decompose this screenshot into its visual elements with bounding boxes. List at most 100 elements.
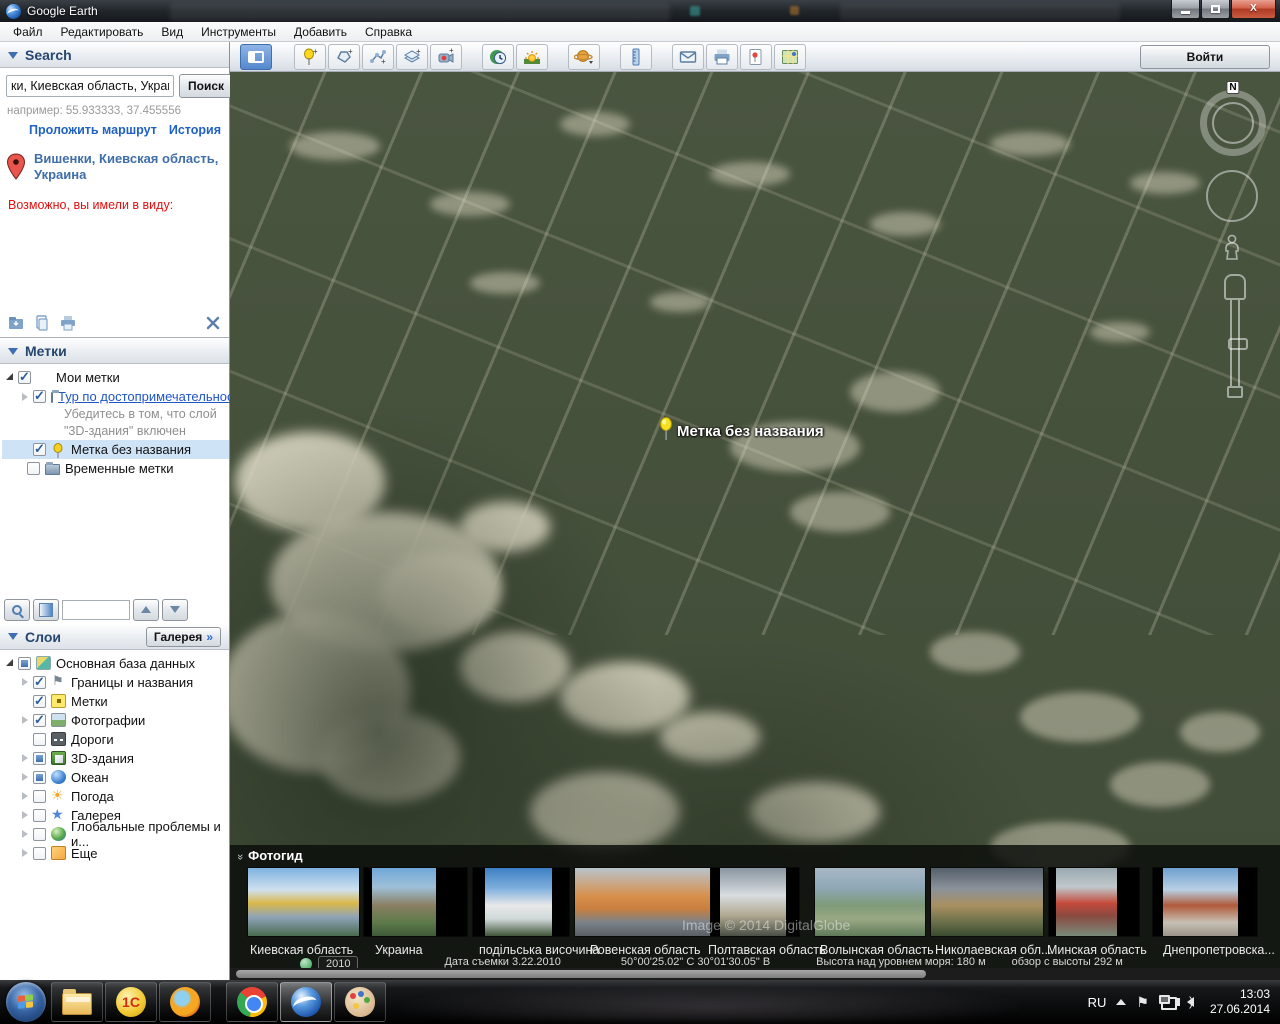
checkbox-placemarks[interactable] — [33, 695, 46, 708]
network-icon[interactable] — [1159, 995, 1177, 1009]
layer-filter-input[interactable] — [62, 600, 130, 620]
taskbar-paint-button[interactable] — [334, 982, 386, 1022]
checkbox-gallery[interactable] — [33, 809, 46, 822]
close-button[interactable]: X — [1231, 0, 1276, 19]
show-hidden-icons-button[interactable] — [1116, 999, 1126, 1005]
layer-photos[interactable]: Фотографии — [2, 711, 229, 730]
checkbox-roads[interactable] — [33, 733, 46, 746]
tray-clock[interactable]: 13:03 27.06.2014 — [1210, 987, 1270, 1017]
collapse-chevrons-icon[interactable]: » — [234, 853, 246, 857]
checkbox-placemark[interactable] — [33, 443, 46, 456]
pegman-icon[interactable] — [1222, 234, 1242, 264]
taskbar-chrome-button[interactable] — [226, 982, 278, 1022]
view-in-maps-button[interactable] — [774, 44, 806, 70]
layer-roads[interactable]: Дороги — [2, 730, 229, 749]
expander-closed-icon[interactable] — [22, 754, 28, 762]
menu-add[interactable]: Добавить — [285, 23, 356, 41]
expander-closed-icon[interactable] — [22, 393, 28, 401]
menu-view[interactable]: Вид — [152, 23, 192, 41]
expander-open-icon[interactable] — [6, 373, 13, 380]
prev-result-button[interactable] — [133, 599, 159, 621]
checkbox-global-awareness[interactable] — [33, 828, 46, 841]
photo-thumbnail[interactable] — [363, 867, 468, 937]
taskbar-explorer-button[interactable] — [51, 982, 103, 1022]
checkbox-borders[interactable] — [33, 676, 46, 689]
historical-imagery-button[interactable] — [482, 44, 514, 70]
expander-closed-icon[interactable] — [22, 792, 28, 800]
search-input[interactable] — [6, 75, 174, 97]
action-center-flag-icon[interactable]: ⚑ — [1136, 994, 1149, 1011]
places-panel-header[interactable]: Метки — [0, 338, 229, 364]
tree-item-my-places[interactable]: Мои метки — [2, 368, 229, 387]
checkbox-photos[interactable] — [33, 714, 46, 727]
menu-file[interactable]: Файл — [4, 23, 52, 41]
menu-tools[interactable]: Инструменты — [192, 23, 285, 41]
checkbox-weather[interactable] — [33, 790, 46, 803]
print-icon[interactable] — [60, 315, 76, 331]
expander-closed-icon[interactable] — [22, 830, 28, 838]
start-button[interactable] — [6, 982, 46, 1022]
planet-selector-button[interactable] — [568, 44, 600, 70]
layer-borders[interactable]: Границы и названия — [2, 673, 229, 692]
checkbox-more[interactable] — [33, 847, 46, 860]
checkbox-tour[interactable] — [33, 390, 46, 403]
photo-thumbnail[interactable] — [1048, 867, 1140, 937]
tree-item-temp-places[interactable]: Временные метки — [2, 459, 229, 478]
photo-thumbnail[interactable] — [472, 867, 570, 937]
search-panel-header[interactable]: Search — [0, 42, 229, 68]
checkbox-primary-database[interactable] — [18, 657, 31, 670]
tree-item-tour[interactable]: Тур по достопримечательнос — [2, 387, 229, 406]
get-directions-link[interactable]: Проложить маршрут — [29, 123, 157, 137]
layer-global-awareness[interactable]: Глобальные проблемы и и... — [2, 825, 229, 844]
sign-in-button[interactable]: Войти — [1140, 45, 1270, 69]
print-map-button[interactable] — [706, 44, 738, 70]
ruler-button[interactable] — [620, 44, 652, 70]
history-link[interactable]: История — [169, 123, 221, 137]
email-button[interactable] — [672, 44, 704, 70]
menu-help[interactable]: Справка — [356, 23, 421, 41]
record-tour-button[interactable]: + — [430, 44, 462, 70]
expander-closed-icon[interactable] — [22, 811, 28, 819]
zoom-slider[interactable] — [1224, 274, 1246, 412]
zoom-track[interactable] — [1230, 300, 1240, 386]
menu-edit[interactable]: Редактировать — [52, 23, 153, 41]
add-path-button[interactable]: + — [362, 44, 394, 70]
taskbar-1c-button[interactable]: 1С — [105, 982, 157, 1022]
expander-closed-icon[interactable] — [22, 678, 28, 686]
layer-primary-database[interactable]: Основная база данных — [2, 654, 229, 673]
layer-ocean[interactable]: Океан — [2, 768, 229, 787]
maximize-button[interactable] — [1201, 0, 1230, 19]
add-polygon-button[interactable]: + — [328, 44, 360, 70]
layer-search-button[interactable] — [4, 599, 30, 621]
zoom-out-button[interactable] — [1227, 386, 1243, 398]
photo-thumbnail[interactable] — [247, 867, 360, 937]
close-results-icon[interactable] — [205, 315, 221, 331]
save-image-button[interactable] — [740, 44, 772, 70]
search-button[interactable]: Поиск — [179, 74, 233, 98]
checkbox-temp-places[interactable] — [27, 462, 40, 475]
toggle-sidebar-button[interactable] — [240, 44, 272, 70]
checkbox-my-places[interactable] — [18, 371, 31, 384]
copy-icon[interactable] — [34, 315, 50, 331]
add-placemark-button[interactable]: + — [294, 44, 326, 70]
layer-placemarks[interactable]: Метки — [2, 692, 229, 711]
layer-weather[interactable]: Погода — [2, 787, 229, 806]
save-to-places-icon[interactable] — [8, 315, 24, 331]
tour-link[interactable]: Тур по достопримечательнос — [58, 389, 234, 404]
expander-closed-icon[interactable] — [22, 849, 28, 857]
sunlight-button[interactable] — [516, 44, 548, 70]
zoom-in-button[interactable] — [1224, 274, 1246, 300]
language-indicator[interactable]: RU — [1088, 995, 1107, 1010]
tree-item-placemark[interactable]: Метка без названия — [2, 440, 229, 459]
photo-thumbnail[interactable] — [930, 867, 1044, 937]
volume-icon[interactable] — [1187, 997, 1194, 1007]
gallery-button[interactable]: Галерея » — [146, 627, 221, 647]
next-result-button[interactable] — [162, 599, 188, 621]
minimize-button[interactable] — [1171, 0, 1200, 19]
expander-open-icon[interactable] — [6, 659, 13, 666]
photo-strip-scrollbar[interactable] — [230, 968, 1280, 980]
look-joystick[interactable] — [1212, 102, 1254, 144]
add-image-overlay-button[interactable]: + — [396, 44, 428, 70]
layers-panel-header[interactable]: Слои Галерея » — [0, 624, 229, 650]
layer-3d-buildings[interactable]: 3D-здания — [2, 749, 229, 768]
